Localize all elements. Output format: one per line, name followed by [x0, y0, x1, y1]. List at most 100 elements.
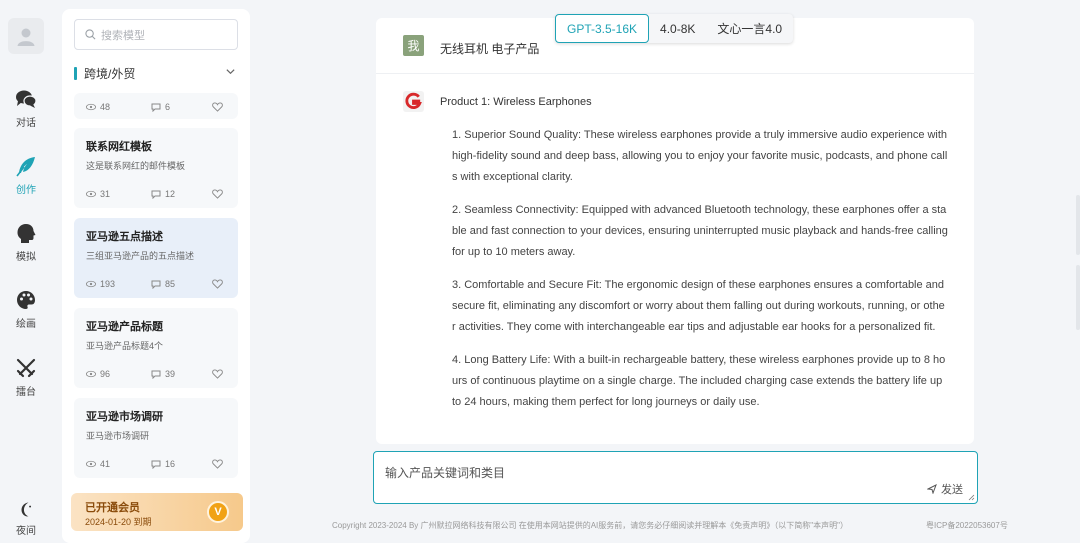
template-card[interactable]: 48 6	[74, 93, 238, 119]
prompt-input[interactable]: 输入产品关键词和类目 发送	[373, 451, 978, 504]
comment-count: 85	[165, 279, 176, 289]
card-stats: 41 16	[86, 459, 226, 471]
bot-response-title: Product 1: Wireless Earphones	[440, 96, 592, 108]
nav-item-label: 擂台	[16, 387, 36, 398]
search-icon	[85, 29, 96, 40]
vip-expiry-date: 2024-01-20 到期	[85, 517, 152, 527]
card-stats: 31 12	[86, 189, 226, 201]
view-count: 193	[100, 279, 116, 289]
card-title: 亚马逊市场调研	[86, 411, 163, 423]
nav-item-label: 模拟	[16, 252, 36, 263]
eye-icon	[86, 460, 96, 468]
moon-icon	[21, 502, 32, 517]
prompt-placeholder: 输入产品关键词和类目	[385, 466, 506, 480]
user-icon	[17, 28, 35, 46]
response-point: 3. Comfortable and Secure Fit: The ergon…	[452, 279, 945, 333]
response-point: 1. Superior Sound Quality: These wireles…	[452, 129, 948, 183]
nav-item-draw[interactable]: 绘画	[0, 289, 52, 330]
send-button[interactable]: 发送	[927, 481, 963, 497]
head-profile-icon	[17, 224, 36, 243]
heart-icon[interactable]	[212, 279, 223, 289]
card-stats: 96 39	[86, 369, 226, 381]
comment-count: 12	[165, 189, 176, 199]
card-stats: 48 6	[86, 102, 226, 114]
tab-wenxin[interactable]: 文心一言4.0	[706, 14, 793, 43]
heart-icon[interactable]	[212, 369, 223, 379]
eye-icon	[86, 370, 96, 378]
send-icon	[927, 484, 937, 494]
comment-icon	[151, 103, 161, 112]
search-input[interactable]: 搜索模型	[74, 19, 238, 50]
response-point: 4. Long Battery Life: With a built-in re…	[452, 354, 946, 408]
model-tabs: GPT-3.5-16K 4.0-8K 文心一言4.0	[555, 14, 794, 43]
bot-logo-icon	[403, 91, 424, 112]
send-label: 发送	[941, 484, 963, 496]
nav-item-label: 创作	[16, 185, 36, 196]
nav-item-arena[interactable]: 擂台	[0, 357, 52, 398]
user-avatar: 我	[403, 35, 424, 56]
vip-title: 已开通会员	[85, 502, 140, 514]
scrollbar[interactable]	[1076, 195, 1080, 255]
comment-count: 39	[165, 369, 176, 379]
category-selector[interactable]: 跨境/外贸	[74, 65, 238, 81]
template-card[interactable]: 亚马逊市场调研 亚马逊市场调研 41 16	[74, 398, 238, 478]
nav-item-simulate[interactable]: 模拟	[0, 222, 52, 263]
card-title: 联系网红模板	[86, 141, 152, 153]
eye-icon	[86, 280, 96, 288]
eye-icon	[86, 190, 96, 198]
chat-window: 我 无线耳机 电子产品 Product 1: Wireless Earphone…	[376, 18, 974, 444]
card-title: 亚马逊五点描述	[86, 231, 163, 243]
response-point: 2. Seamless Connectivity: Equipped with …	[452, 204, 948, 258]
tab-gpt35[interactable]: GPT-3.5-16K	[555, 14, 650, 43]
heart-icon[interactable]	[212, 102, 223, 112]
scrollbar[interactable]	[1076, 265, 1080, 330]
template-panel: 搜索模型 跨境/外贸 48 6 联系网红模板 这是联系网红的邮件模板 31 12…	[62, 9, 250, 543]
card-stats: 193 85	[86, 279, 226, 291]
chevron-down-icon	[226, 69, 235, 75]
chat-bubbles-icon	[16, 90, 37, 108]
palette-icon	[17, 291, 35, 309]
comment-icon	[151, 460, 161, 469]
heart-icon[interactable]	[212, 189, 223, 199]
footer: Copyright 2023-2024 By 广州默拉网络科技有限公司 在使用本…	[332, 520, 1032, 531]
card-description: 这是联系网红的邮件模板	[86, 161, 186, 171]
night-mode-label: 夜间	[16, 526, 36, 537]
card-title: 亚马逊产品标题	[86, 321, 163, 333]
comment-icon	[151, 190, 161, 199]
avatar[interactable]	[8, 18, 44, 54]
nav-item-label: 对话	[16, 118, 36, 129]
footer-copyright: Copyright 2023-2024 By 广州默拉网络科技有限公司 在使用本…	[332, 521, 848, 530]
category-marker	[74, 66, 77, 80]
template-card[interactable]: 联系网红模板 这是联系网红的邮件模板 31 12	[74, 128, 238, 208]
category-label: 跨境/外贸	[84, 66, 136, 81]
crossed-swords-icon	[16, 358, 36, 378]
view-count: 48	[100, 102, 111, 112]
nav-item-label: 绘画	[16, 319, 36, 330]
view-count: 41	[100, 459, 111, 469]
nav-item-chat[interactable]: 对话	[0, 88, 52, 129]
heart-icon[interactable]	[212, 459, 223, 469]
comment-count: 16	[165, 459, 176, 469]
template-card-selected[interactable]: 亚马逊五点描述 三组亚马逊产品的五点描述 193 85	[74, 218, 238, 298]
night-mode-toggle[interactable]: 夜间	[0, 500, 52, 537]
bot-response-points: 1. Superior Sound Quality: These wireles…	[452, 125, 948, 425]
card-description: 亚马逊市场调研	[86, 431, 150, 441]
tab-gpt4[interactable]: 4.0-8K	[649, 14, 706, 43]
vip-membership-banner[interactable]: 已开通会员 2024-01-20 到期 V	[71, 493, 243, 531]
search-placeholder: 搜索模型	[101, 29, 145, 42]
card-description: 亚马逊产品标题4个	[86, 341, 164, 351]
vip-badge-icon: V	[207, 501, 229, 523]
comment-icon	[151, 280, 161, 289]
card-description: 三组亚马逊产品的五点描述	[86, 251, 195, 261]
user-message: 无线耳机 电子产品	[440, 42, 540, 56]
view-count: 31	[100, 189, 111, 199]
feather-icon	[16, 157, 35, 177]
footer-icp-link[interactable]: 粤ICP备2022053607号	[926, 520, 1008, 531]
template-card[interactable]: 亚马逊产品标题 亚马逊产品标题4个 96 39	[74, 308, 238, 388]
resize-handle-icon[interactable]	[968, 494, 975, 501]
comment-icon	[151, 370, 161, 379]
view-count: 96	[100, 369, 111, 379]
eye-icon	[86, 103, 96, 111]
nav-item-create[interactable]: 创作	[0, 155, 52, 196]
nav-rail: 对话 创作 模拟 绘画 擂台 夜间	[0, 0, 52, 543]
